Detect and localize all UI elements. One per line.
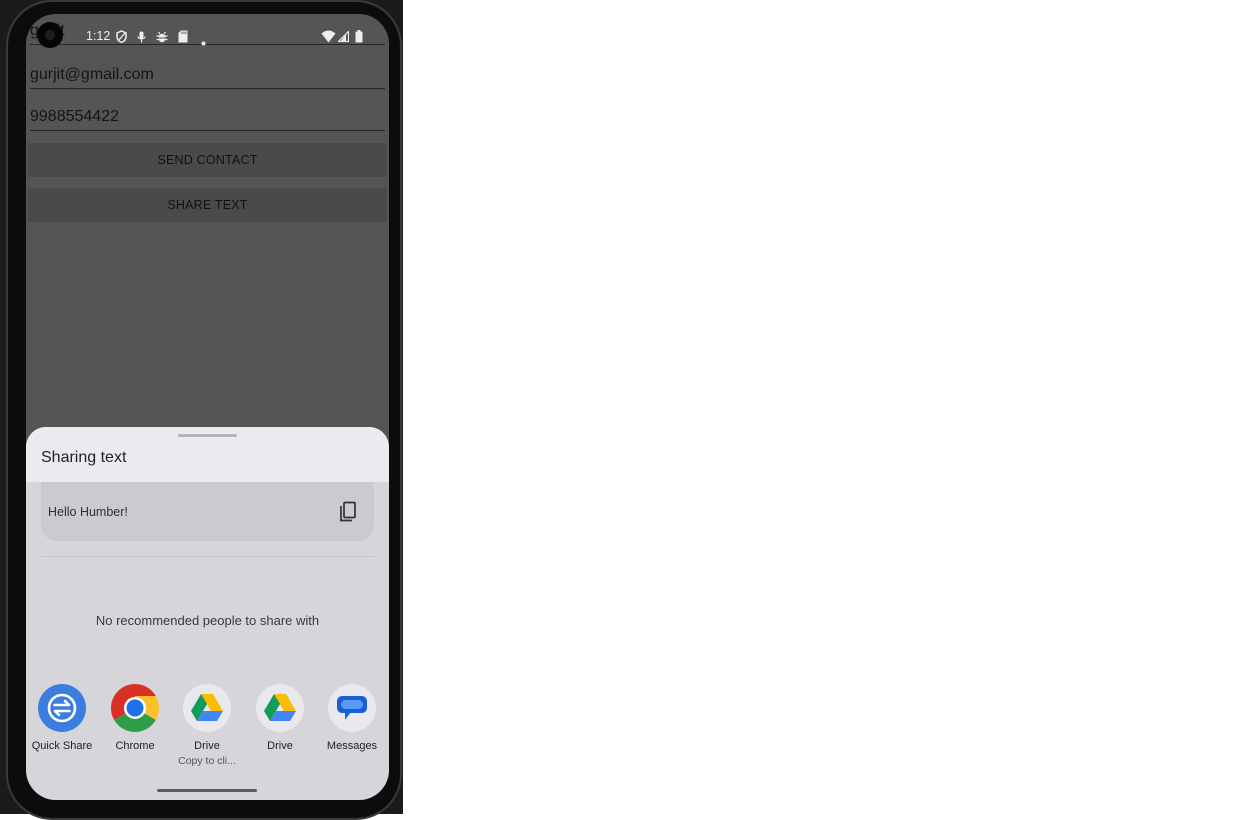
share-sheet: Sharing text Hello Humber! No recommende… xyxy=(26,427,389,800)
text-preview-card: Hello Humber! xyxy=(41,482,374,541)
drive-icon xyxy=(256,684,304,732)
divider xyxy=(41,556,374,557)
wifi-icon xyxy=(321,30,336,46)
app-label: Drive xyxy=(267,740,293,752)
app-target-drive[interactable]: Drive xyxy=(244,684,316,752)
gesture-bar[interactable] xyxy=(157,789,257,792)
app-label: Chrome xyxy=(115,740,155,752)
app-label: Drive xyxy=(194,740,220,752)
messages-icon xyxy=(328,684,376,732)
app-target-quick-share[interactable]: Quick Share xyxy=(26,684,98,752)
app-target-chrome[interactable]: Chrome xyxy=(99,684,171,752)
battery-icon xyxy=(355,30,363,46)
app-label: Messages xyxy=(326,740,378,752)
dot-icon xyxy=(201,35,206,49)
mic-icon xyxy=(137,31,146,46)
send-contact-button[interactable]: SEND CONTACT xyxy=(28,143,387,177)
app-sublabel: Copy to cli... xyxy=(178,755,236,767)
app-target-messages[interactable]: Messages xyxy=(316,684,388,752)
email-field[interactable]: gurjit@gmail.com xyxy=(30,66,385,89)
status-bar: 1:12 xyxy=(26,28,389,50)
shield-icon xyxy=(116,30,127,46)
sd-card-icon xyxy=(178,30,188,46)
no-recommended-people-text: No recommended people to share with xyxy=(95,613,320,628)
app-target-drive-copy[interactable]: Drive Copy to cli... xyxy=(171,684,243,767)
drive-icon xyxy=(183,684,231,732)
quick-share-icon xyxy=(38,684,86,732)
preview-text: Hello Humber! xyxy=(48,505,128,519)
signal-icon xyxy=(337,30,350,45)
bug-icon xyxy=(156,31,168,46)
front-camera xyxy=(37,22,63,48)
status-time: 1:12 xyxy=(86,29,111,43)
share-sheet-title: Sharing text xyxy=(41,449,127,466)
share-sheet-header: Sharing text xyxy=(26,427,389,482)
copy-icon[interactable] xyxy=(338,501,358,528)
share-text-button[interactable]: SHARE TEXT xyxy=(28,188,387,222)
device-screen: gurjit gurjit@gmail.com 9988554422 SEND … xyxy=(26,14,389,800)
phone-field[interactable]: 9988554422 xyxy=(30,108,385,131)
drag-handle[interactable] xyxy=(178,434,237,437)
chrome-icon xyxy=(111,684,159,732)
app-label: Quick Share xyxy=(31,740,93,752)
